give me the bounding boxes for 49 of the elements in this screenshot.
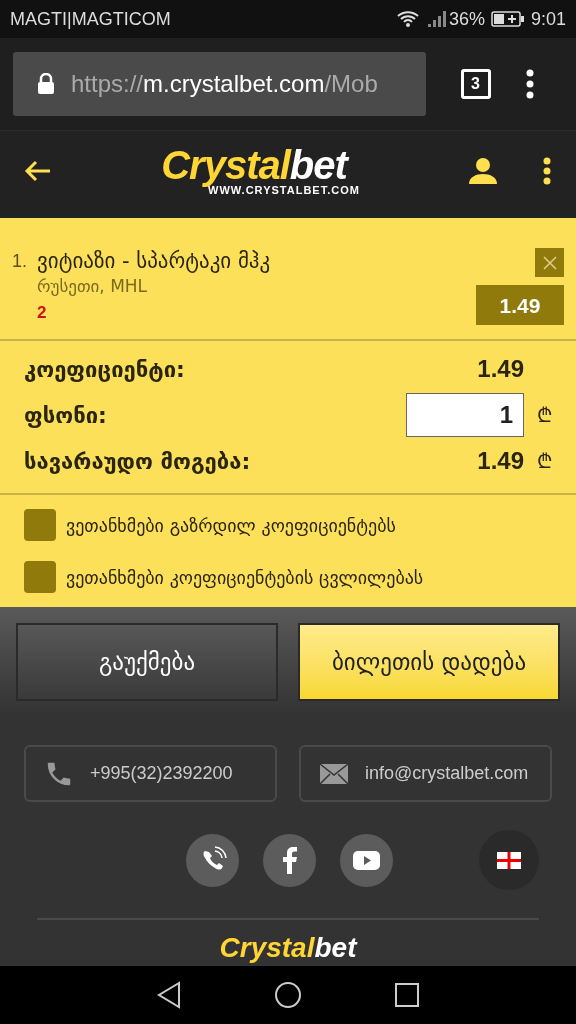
flag-icon[interactable]: [479, 830, 539, 891]
contact-card[interactable]: +995(32)2392200: [24, 745, 277, 803]
lock-icon: [37, 73, 55, 95]
bet-number: 1.: [12, 250, 28, 273]
url-field[interactable]: https://m.crystalbet.com/Mob: [13, 52, 426, 116]
league-name: რუსეთი, MHL: [37, 275, 149, 299]
close-button[interactable]: [535, 248, 564, 277]
back-icon[interactable]: [156, 981, 182, 1009]
youtube-icon[interactable]: [340, 833, 393, 887]
logo: Crystalbet WWW.CRYSTALBET.COM: [160, 145, 361, 196]
battery-percent: 36%: [448, 7, 485, 31]
total-label: სავარაუდო მოგება:: [24, 447, 252, 476]
contact-text: info@crystalbet.com: [365, 762, 529, 786]
facebook-icon[interactable]: [263, 833, 316, 887]
envelope-icon: [319, 762, 349, 785]
contact-card[interactable]: info@crystalbet.com: [299, 745, 552, 803]
bet-outcome: 2: [37, 301, 48, 324]
carrier-name: MAGTI|MAGTICOM: [10, 7, 171, 31]
checkbox[interactable]: [24, 561, 56, 594]
option-label: ვეთანხმები კოეფიციენტების ცვლილებას: [66, 565, 424, 590]
viber-icon[interactable]: [186, 833, 239, 887]
signal-icon: [426, 10, 447, 28]
wifi-icon: [396, 10, 419, 28]
menu-icon[interactable]: [542, 156, 552, 185]
contact-text: +995(32)2392200: [90, 762, 233, 786]
total-label: კოეფიციენტი:: [24, 355, 186, 384]
battery-icon: [490, 10, 525, 28]
checkbox[interactable]: [24, 509, 56, 542]
match-name: ვიტიაზი - სპარტაკი მჰკ: [37, 248, 272, 275]
clock-time: 9:01: [530, 7, 566, 31]
total-value: 1.49: [477, 446, 524, 477]
url-text: https://m.crystalbet.com/Mob: [71, 69, 378, 99]
close-icon: [542, 255, 557, 270]
currency-sign: ₾: [537, 402, 552, 430]
tab-count-button[interactable]: 3: [460, 69, 491, 99]
menu-icon[interactable]: [525, 69, 535, 99]
currency-sign: ₾: [537, 448, 552, 476]
odds-badge: 1.49: [476, 285, 564, 326]
footer-logo: Crystalbet: [219, 934, 357, 963]
user-icon[interactable]: [468, 156, 498, 185]
back-arrow-icon[interactable]: [24, 158, 52, 183]
cancel-button[interactable]: გაუქმება: [16, 623, 278, 702]
total-value: 1.49: [477, 354, 524, 385]
home-icon[interactable]: [274, 981, 302, 1009]
place-bet-button[interactable]: ბილეთის დადება: [298, 623, 560, 702]
option-label: ვეთანხმები გაზრდილ კოეფიციენტებს: [66, 513, 396, 538]
total-label: ფსონი:: [24, 401, 108, 430]
recents-icon[interactable]: [394, 982, 420, 1008]
stake-field[interactable]: 1: [406, 393, 524, 438]
